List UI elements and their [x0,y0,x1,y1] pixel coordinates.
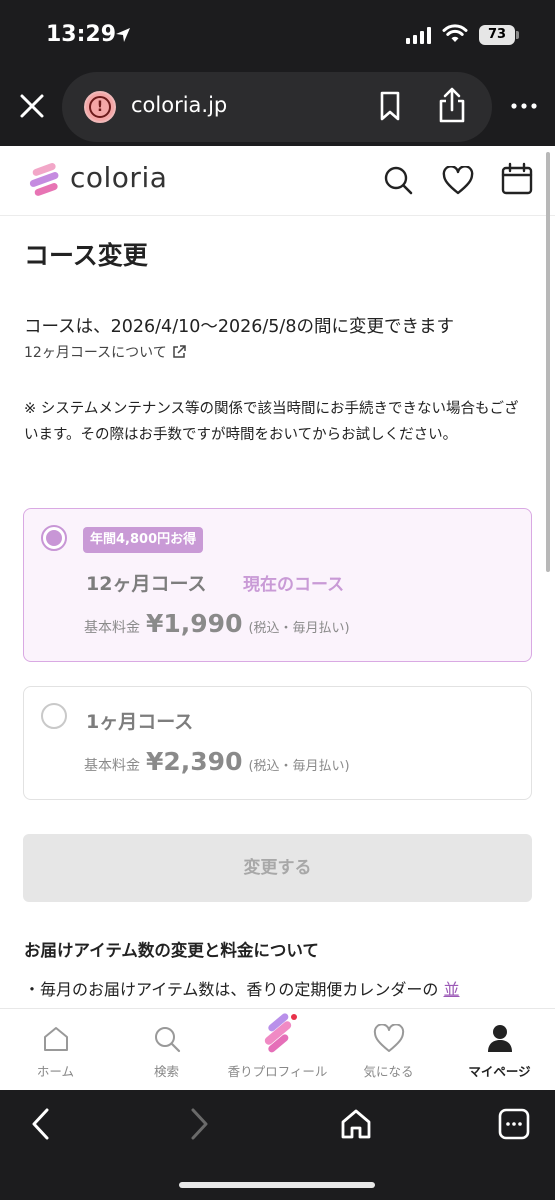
tab-label: 検索 [153,1064,179,1079]
location-arrow-icon [116,28,130,42]
battery-icon: 73 [479,25,519,45]
home-icon[interactable] [336,1104,376,1144]
change-period-text: コースは、2026/4/10〜2026/5/8の間に変更できます [24,317,454,337]
tab-scent-profile[interactable]: 香りプロフィール [222,1009,333,1091]
savings-badge: 年間4,800円お得 [83,527,204,553]
section-body-text: ・毎月のお届けアイテム数は、香りの定期便カレンダーの [24,980,439,999]
browser-chrome: 13:29 73 ! coloria.jp [0,0,555,146]
price-row: 基本料金 ¥2,390 (税込・毎月払い) [84,747,350,776]
tab-label: ホーム [36,1064,75,1079]
search-icon[interactable] [382,164,414,196]
change-course-button[interactable]: 変更する [23,834,532,902]
course-info-link-label[interactable]: 12ヶ月コースについて [24,342,167,362]
price-note: (税込・毎月払い) [248,759,350,774]
current-course-tag: 現在のコース [243,575,345,595]
bottom-tab-bar: ホーム 検索 香りプロフィール 気になる マイページ [0,1008,555,1090]
external-link-icon [172,345,186,358]
tab-favorites[interactable]: 気になる [333,1009,444,1091]
status-bar: 13:29 73 [0,0,555,70]
home-indicator[interactable] [179,1182,375,1188]
site-header: coloria [0,146,555,216]
section-title: お届けアイテム数の変更と料金について [24,941,319,960]
tab-label: マイページ [468,1064,531,1079]
tab-search[interactable]: 検索 [111,1009,222,1091]
section-body-link[interactable]: 並 [444,980,460,999]
not-secure-warning-icon[interactable]: ! [84,91,116,123]
tabs-overview-icon[interactable] [494,1104,534,1144]
maintenance-notice: ※ システムメンテナンス等の関係で該当時間にお手続きできない場合もございます。そ… [24,401,519,443]
status-time: 13:29 [46,22,117,47]
course-option-1-month[interactable]: 1ヶ月コース 基本料金 ¥2,390 (税込・毎月払い) [23,686,532,800]
page-title: コース変更 [24,241,148,270]
tab-label: 気になる [363,1064,414,1079]
tab-mypage[interactable]: マイページ [444,1009,555,1091]
course-info-link[interactable]: 12ヶ月コースについて [24,342,187,362]
price-label: 基本料金 [84,620,140,636]
cellular-signal-icon [406,26,431,44]
bookmark-icon[interactable] [376,90,404,122]
course-name: 1ヶ月コース [86,711,194,733]
calendar-icon[interactable] [500,162,534,196]
coloria-logo-icon [264,1013,297,1053]
price-value: ¥2,390 [146,747,243,776]
more-options-icon[interactable] [510,96,538,116]
favorite-heart-icon[interactable] [442,166,474,196]
home-icon [43,1027,68,1051]
price-value: ¥1,990 [146,609,243,638]
forward-icon[interactable] [178,1104,218,1144]
radio-selected[interactable] [41,525,67,551]
logo-text[interactable]: coloria [70,161,167,194]
wifi-icon [442,24,468,42]
course-option-12-month[interactable]: 年間4,800円お得 12ヶ月コース 現在のコース 基本料金 ¥1,990 (税… [23,508,532,662]
course-name: 12ヶ月コース [86,573,207,595]
heart-icon [373,1024,404,1052]
share-icon[interactable] [437,86,467,124]
coloria-logo-icon[interactable] [26,162,66,198]
price-row: 基本料金 ¥1,990 (税込・毎月払い) [84,609,350,638]
address-bar[interactable] [62,72,492,142]
close-icon[interactable] [16,90,48,122]
price-label: 基本料金 [84,758,140,774]
tab-home[interactable]: ホーム [0,1009,111,1091]
url-text[interactable]: coloria.jp [131,93,227,117]
price-note: (税込・毎月払い) [248,621,350,636]
radio-unselected[interactable] [41,703,67,729]
tab-label: 香りプロフィール [227,1064,328,1079]
back-icon[interactable] [22,1104,62,1144]
search-icon [154,1027,180,1053]
scrollbar[interactable] [546,152,550,572]
person-icon [487,1025,512,1052]
section-body: ・毎月のお届けアイテム数は、香りの定期便カレンダーの 並 [24,976,460,1000]
